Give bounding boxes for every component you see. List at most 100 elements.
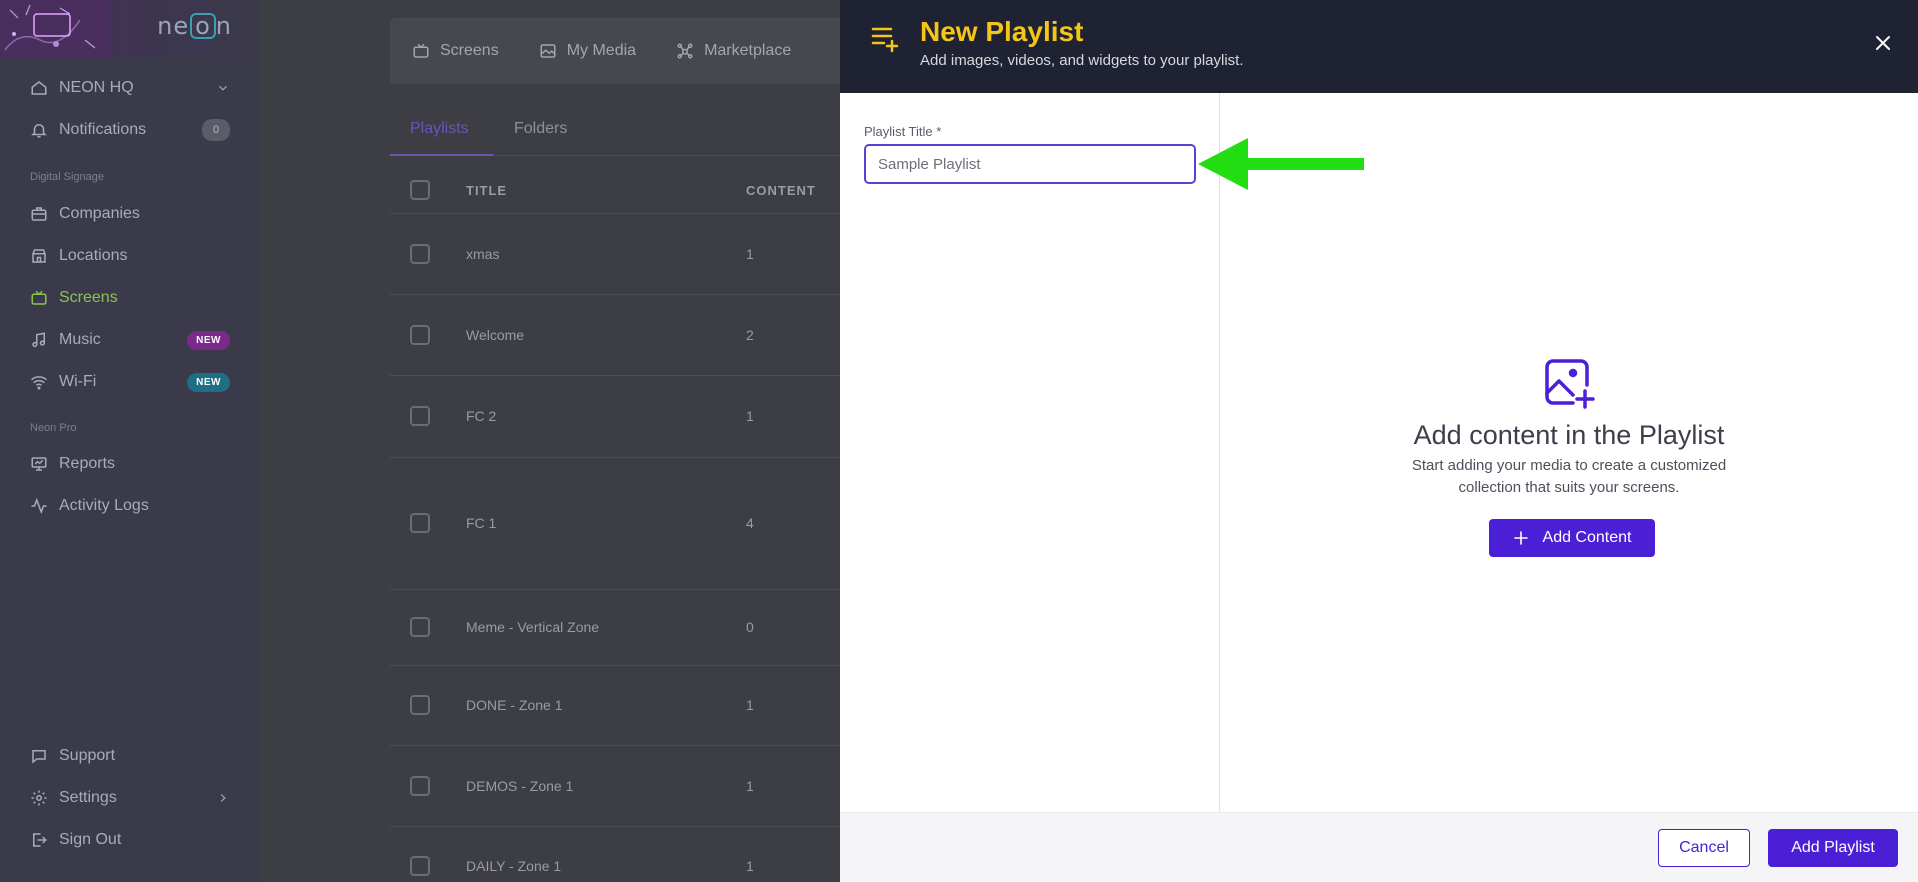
row-title: Welcome [466,327,525,343]
annotation-arrow [1198,138,1364,190]
panel-subtitle: Add images, videos, and widgets to your … [920,52,1244,69]
subtab-playlists[interactable]: Playlists [410,120,469,138]
row-checkbox[interactable] [410,325,430,345]
row-title: DEMOS - Zone 1 [466,778,574,794]
select-all-checkbox[interactable] [410,180,430,200]
sidebar: ne o n NEON HQ Notifications 0 Digital Sig… [0,0,260,882]
playlist-add-icon [871,27,899,53]
row-checkbox[interactable] [410,776,430,796]
new-badge: NEW [187,330,230,350]
gear-icon [30,789,48,807]
row-content-count: 0 [746,619,754,635]
sidebar-item-activity-logs[interactable]: Activity Logs [30,492,230,520]
presentation-icon [30,455,48,473]
sidebar-item-label: Settings [59,789,117,806]
row-title: xmas [466,246,500,262]
sidebar-item-settings[interactable]: Settings [30,784,230,812]
row-content-count: 1 [746,778,754,794]
panel-header: New Playlist Add images, videos, and wid… [840,0,1918,93]
section-label-digital-signage: Digital Signage [30,171,104,183]
brand-artwork [0,0,110,58]
sidebar-item-label: Reports [59,455,116,472]
chat-icon [30,747,48,765]
tab-screens[interactable]: Screens [412,42,499,60]
marketplace-icon [677,43,693,59]
row-title: FC 2 [466,408,497,424]
row-title: DAILY - Zone 1 [466,858,562,874]
sidebar-item-wifi[interactable]: Wi-Fi NEW [30,368,230,396]
row-checkbox[interactable] [410,695,430,715]
cancel-button[interactable]: Cancel [1658,829,1750,867]
row-content-count: 2 [746,327,754,343]
add-content-button[interactable]: Add Content [1489,519,1655,557]
tab-marketplace[interactable]: Marketplace [676,42,791,60]
empty-state-description: Start adding your media to create a cust… [1411,457,1727,496]
tab-label: Marketplace [704,42,792,59]
empty-content-state: Add content in the Playlist Start adding… [1220,93,1918,812]
section-label-neon-pro: Neon Pro [30,422,77,434]
panel-title: New Playlist [920,16,1084,47]
row-content-count: 4 [746,515,754,531]
row-content-count: 1 [746,858,754,874]
org-label: NEON HQ [59,79,134,96]
row-checkbox[interactable] [410,617,430,637]
notifications-count-badge: 0 [202,119,230,141]
panel-footer: Cancel Add Playlist [840,812,1918,882]
add-playlist-button[interactable]: Add Playlist [1768,829,1898,867]
chevron-right-icon [220,794,226,802]
sidebar-item-label: Wi-Fi [59,373,97,390]
close-button[interactable] [1870,30,1896,56]
subtab-folders[interactable]: Folders [514,120,567,138]
row-title: DONE - Zone 1 [466,697,563,713]
tab-label: Screens [440,42,499,59]
sidebar-item-support[interactable]: Support [30,742,230,770]
new-playlist-panel: New Playlist Add images, videos, and wid… [840,0,1918,882]
sidebar-item-notifications[interactable]: Notifications 0 [30,116,230,144]
add-image-icon [1545,359,1595,409]
row-title: FC 1 [466,515,497,531]
briefcase-icon [30,205,48,223]
org-switcher[interactable]: NEON HQ [30,74,230,102]
sidebar-item-locations[interactable]: Locations [30,242,230,270]
playlist-form: Playlist Title * [840,93,1220,812]
new-badge: NEW [187,372,230,392]
sidebar-item-label: Locations [59,247,128,264]
notifications-label: Notifications [59,121,147,138]
row-content-count: 1 [746,697,754,713]
plus-icon [1513,531,1528,545]
row-checkbox[interactable] [410,513,430,533]
row-checkbox[interactable] [410,856,430,876]
tab-my-media[interactable]: My Media [539,42,636,60]
row-content-count: 1 [746,408,754,424]
bell-icon [30,121,48,139]
row-content-count: 1 [746,246,754,262]
column-header-content: CONTENT [746,183,816,198]
row-checkbox[interactable] [410,244,430,264]
sign-out-icon [30,831,48,849]
tv-icon [413,43,429,58]
music-icon [30,331,48,349]
activity-icon [30,497,48,515]
sidebar-item-label: Screens [59,289,118,306]
subtab-active-indicator [390,154,493,156]
sidebar-item-label: Companies [59,205,140,222]
sidebar-item-music[interactable]: Music NEW [30,326,230,354]
sidebar-item-label: Music [59,331,101,348]
sidebar-item-label: Support [59,747,116,764]
neon-logo[interactable]: ne o n [157,12,232,40]
chevron-down-icon [219,85,227,91]
wifi-icon [30,373,48,391]
tab-label: My Media [566,42,637,59]
sidebar-item-screens[interactable]: Screens [30,284,230,312]
sidebar-item-reports[interactable]: Reports [30,450,230,478]
home-icon [30,79,48,97]
row-title: Meme - Vertical Zone [466,619,600,635]
sidebar-item-label: Sign Out [59,831,122,848]
column-header-title: TITLE [466,183,508,198]
sidebar-item-companies[interactable]: Companies [30,200,230,228]
playlist-title-input[interactable] [864,144,1196,184]
row-checkbox[interactable] [410,406,430,426]
tv-icon [30,289,48,307]
sidebar-item-sign-out[interactable]: Sign Out [30,826,230,854]
add-content-label: Add Content [1542,529,1632,546]
